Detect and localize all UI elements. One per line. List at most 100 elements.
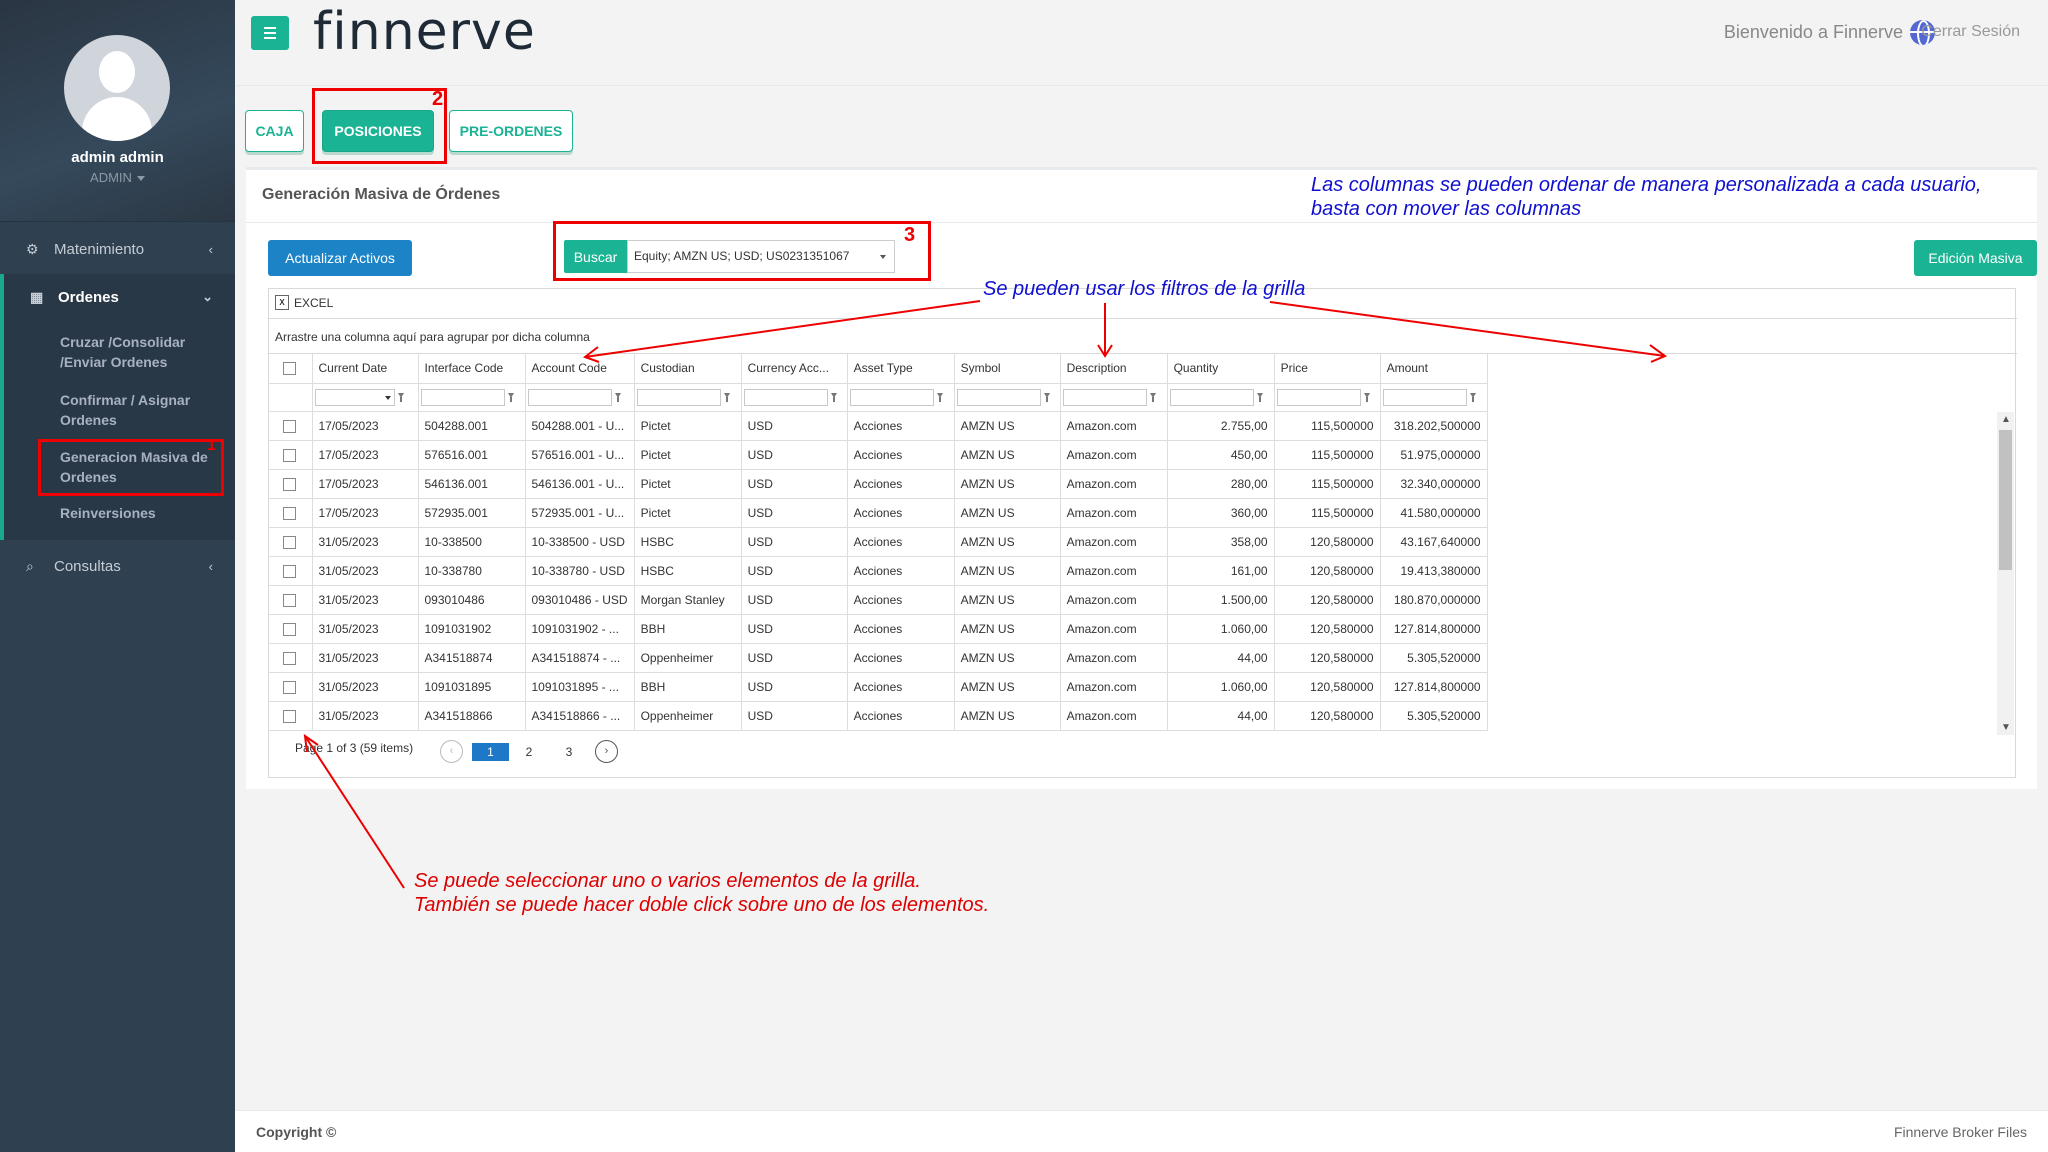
row-checkbox[interactable] (283, 593, 296, 607)
filter-cell (1167, 383, 1275, 412)
filter-input[interactable] (1062, 388, 1147, 406)
row-checkbox-cell[interactable] (269, 469, 313, 499)
filter-icon[interactable] (507, 392, 514, 402)
row-checkbox-cell[interactable] (269, 440, 313, 470)
update-assets-button[interactable]: Actualizar Activos (268, 240, 412, 276)
table-row[interactable]: 31/05/2023 A341518866 A341518866 - ... Oppe… (269, 701, 1488, 731)
scrollbar-thumb[interactable] (1999, 430, 2012, 570)
row-checkbox[interactable] (283, 622, 296, 636)
column-header[interactable]: Price (1274, 354, 1381, 384)
scroll-up-icon[interactable]: ▲ (2001, 414, 2011, 425)
bulk-edit-button[interactable]: Edición Masiva (1914, 240, 2037, 276)
sidebar-item-matenimiento[interactable]: ⚙ Matenimiento ‹ (0, 224, 235, 274)
row-checkbox[interactable] (283, 709, 296, 723)
column-header[interactable]: Current Date (312, 354, 419, 384)
table-row[interactable]: 31/05/2023 093010486 093010486 - USD Morgan… (269, 585, 1488, 615)
tab-pre-ordenes[interactable]: PRE-ORDENES (449, 110, 573, 152)
user-role-dropdown[interactable]: ADMIN (0, 170, 235, 185)
menu-toggle-button[interactable] (251, 16, 289, 50)
row-checkbox-cell[interactable] (269, 411, 313, 441)
row-checkbox-cell[interactable] (269, 527, 313, 557)
table-cell: 546136.001 - U... (525, 469, 635, 499)
filter-icon[interactable] (830, 392, 837, 402)
avatar[interactable] (64, 35, 170, 141)
column-header[interactable]: Account Code (525, 354, 635, 384)
table-cell: 120,580000 (1274, 614, 1381, 644)
filter-input[interactable] (527, 388, 612, 406)
table-row[interactable]: 17/05/2023 572935.001 572935.001 - U... Pic… (269, 498, 1488, 528)
filter-input[interactable] (420, 388, 505, 406)
row-checkbox-cell[interactable] (269, 614, 313, 644)
filter-input[interactable] (1276, 388, 1361, 406)
filter-icon[interactable] (397, 392, 404, 402)
column-header[interactable]: Quantity (1167, 354, 1275, 384)
filter-input[interactable] (636, 388, 721, 406)
filter-icon[interactable] (1149, 392, 1156, 402)
tab-caja[interactable]: CAJA (245, 110, 304, 152)
table-row[interactable]: 17/05/2023 576516.001 576516.001 - U... Pic… (269, 440, 1488, 470)
column-header[interactable]: Currency Acc... (741, 354, 848, 384)
row-checkbox[interactable] (283, 651, 296, 665)
row-checkbox-cell[interactable] (269, 585, 313, 615)
logout-link[interactable]: Cerrar Sesión (1921, 23, 2020, 41)
scroll-down-icon[interactable]: ▼ (2001, 722, 2011, 733)
filters-note: Se pueden usar los filtros de la grilla (983, 278, 1306, 300)
sidebar-item-consultas[interactable]: ⌕ Consultas ‹ (0, 541, 235, 591)
table-row[interactable]: 31/05/2023 1091031895 1091031895 - ... BBH U… (269, 672, 1488, 702)
page-button-1[interactable]: 1 (472, 743, 509, 761)
filter-input[interactable] (849, 388, 934, 406)
row-checkbox[interactable] (283, 535, 296, 549)
column-header[interactable]: Description (1060, 354, 1168, 384)
row-checkbox[interactable] (283, 448, 296, 462)
filter-input[interactable] (743, 388, 828, 406)
table-row[interactable]: 17/05/2023 546136.001 546136.001 - U... Pic… (269, 469, 1488, 499)
column-header[interactable]: Amount (1380, 354, 1488, 384)
excel-export-button[interactable]: X EXCEL (275, 295, 333, 310)
date-filter-input[interactable] (314, 388, 395, 406)
filter-icon[interactable] (1363, 392, 1370, 402)
grid-scrollbar[interactable]: ▲ ▼ (1997, 412, 2014, 735)
table-row[interactable]: 31/05/2023 10-338780 10-338780 - USD HSBC US… (269, 556, 1488, 586)
table-row[interactable]: 31/05/2023 1091031902 1091031902 - ... BBH U… (269, 614, 1488, 644)
submenu-item-confirmar[interactable]: Confirmar / Asignar Ordenes (60, 390, 230, 430)
row-checkbox[interactable] (283, 506, 296, 520)
filter-input[interactable] (1169, 388, 1254, 406)
column-header[interactable]: Interface Code (418, 354, 526, 384)
filter-icon[interactable] (614, 392, 621, 402)
filter-input[interactable] (1382, 388, 1467, 406)
row-checkbox[interactable] (283, 680, 296, 694)
filter-icon[interactable] (723, 392, 730, 402)
table-row[interactable]: 17/05/2023 504288.001 504288.001 - U... Pic… (269, 411, 1488, 441)
filter-icon[interactable] (1043, 392, 1050, 402)
table-row[interactable]: 31/05/2023 10-338500 10-338500 - USD HSBC US… (269, 527, 1488, 557)
sidebar-item-ordenes[interactable]: ▦ Ordenes ⌄ (0, 274, 235, 320)
filter-icon[interactable] (1469, 392, 1476, 402)
group-panel[interactable]: Arrastre una columna aquí para agrupar p… (275, 330, 590, 344)
chevron-left-icon: ‹ (208, 558, 213, 574)
table-row[interactable]: 31/05/2023 A341518874 A341518874 - ... Oppe… (269, 643, 1488, 673)
prev-page-button[interactable]: ‹ (440, 740, 463, 763)
row-checkbox-cell[interactable] (269, 643, 313, 673)
column-header[interactable]: Custodian (634, 354, 742, 384)
column-header[interactable]: Asset Type (847, 354, 955, 384)
submenu-item-reinversiones[interactable]: Reinversiones (60, 503, 230, 523)
page-button-3[interactable]: 3 (562, 743, 576, 761)
user-name[interactable]: admin admin (0, 149, 235, 166)
row-checkbox[interactable] (283, 419, 296, 433)
table-cell: 31/05/2023 (312, 672, 419, 702)
filter-icon[interactable] (936, 392, 943, 402)
page-button-2[interactable]: 2 (522, 743, 536, 761)
select-all-checkbox-cell[interactable] (269, 354, 313, 384)
row-checkbox[interactable] (283, 564, 296, 578)
filter-icon[interactable] (1256, 392, 1263, 402)
column-header[interactable]: Symbol (954, 354, 1061, 384)
row-checkbox-cell[interactable] (269, 556, 313, 586)
row-checkbox-cell[interactable] (269, 498, 313, 528)
next-page-button[interactable]: › (595, 740, 618, 763)
select-all-checkbox[interactable] (283, 362, 296, 376)
submenu-item-cruzar[interactable]: Cruzar /Consolidar /Enviar Ordenes (60, 332, 230, 372)
filter-input[interactable] (956, 388, 1041, 406)
row-checkbox-cell[interactable] (269, 701, 313, 731)
row-checkbox[interactable] (283, 477, 296, 491)
row-checkbox-cell[interactable] (269, 672, 313, 702)
